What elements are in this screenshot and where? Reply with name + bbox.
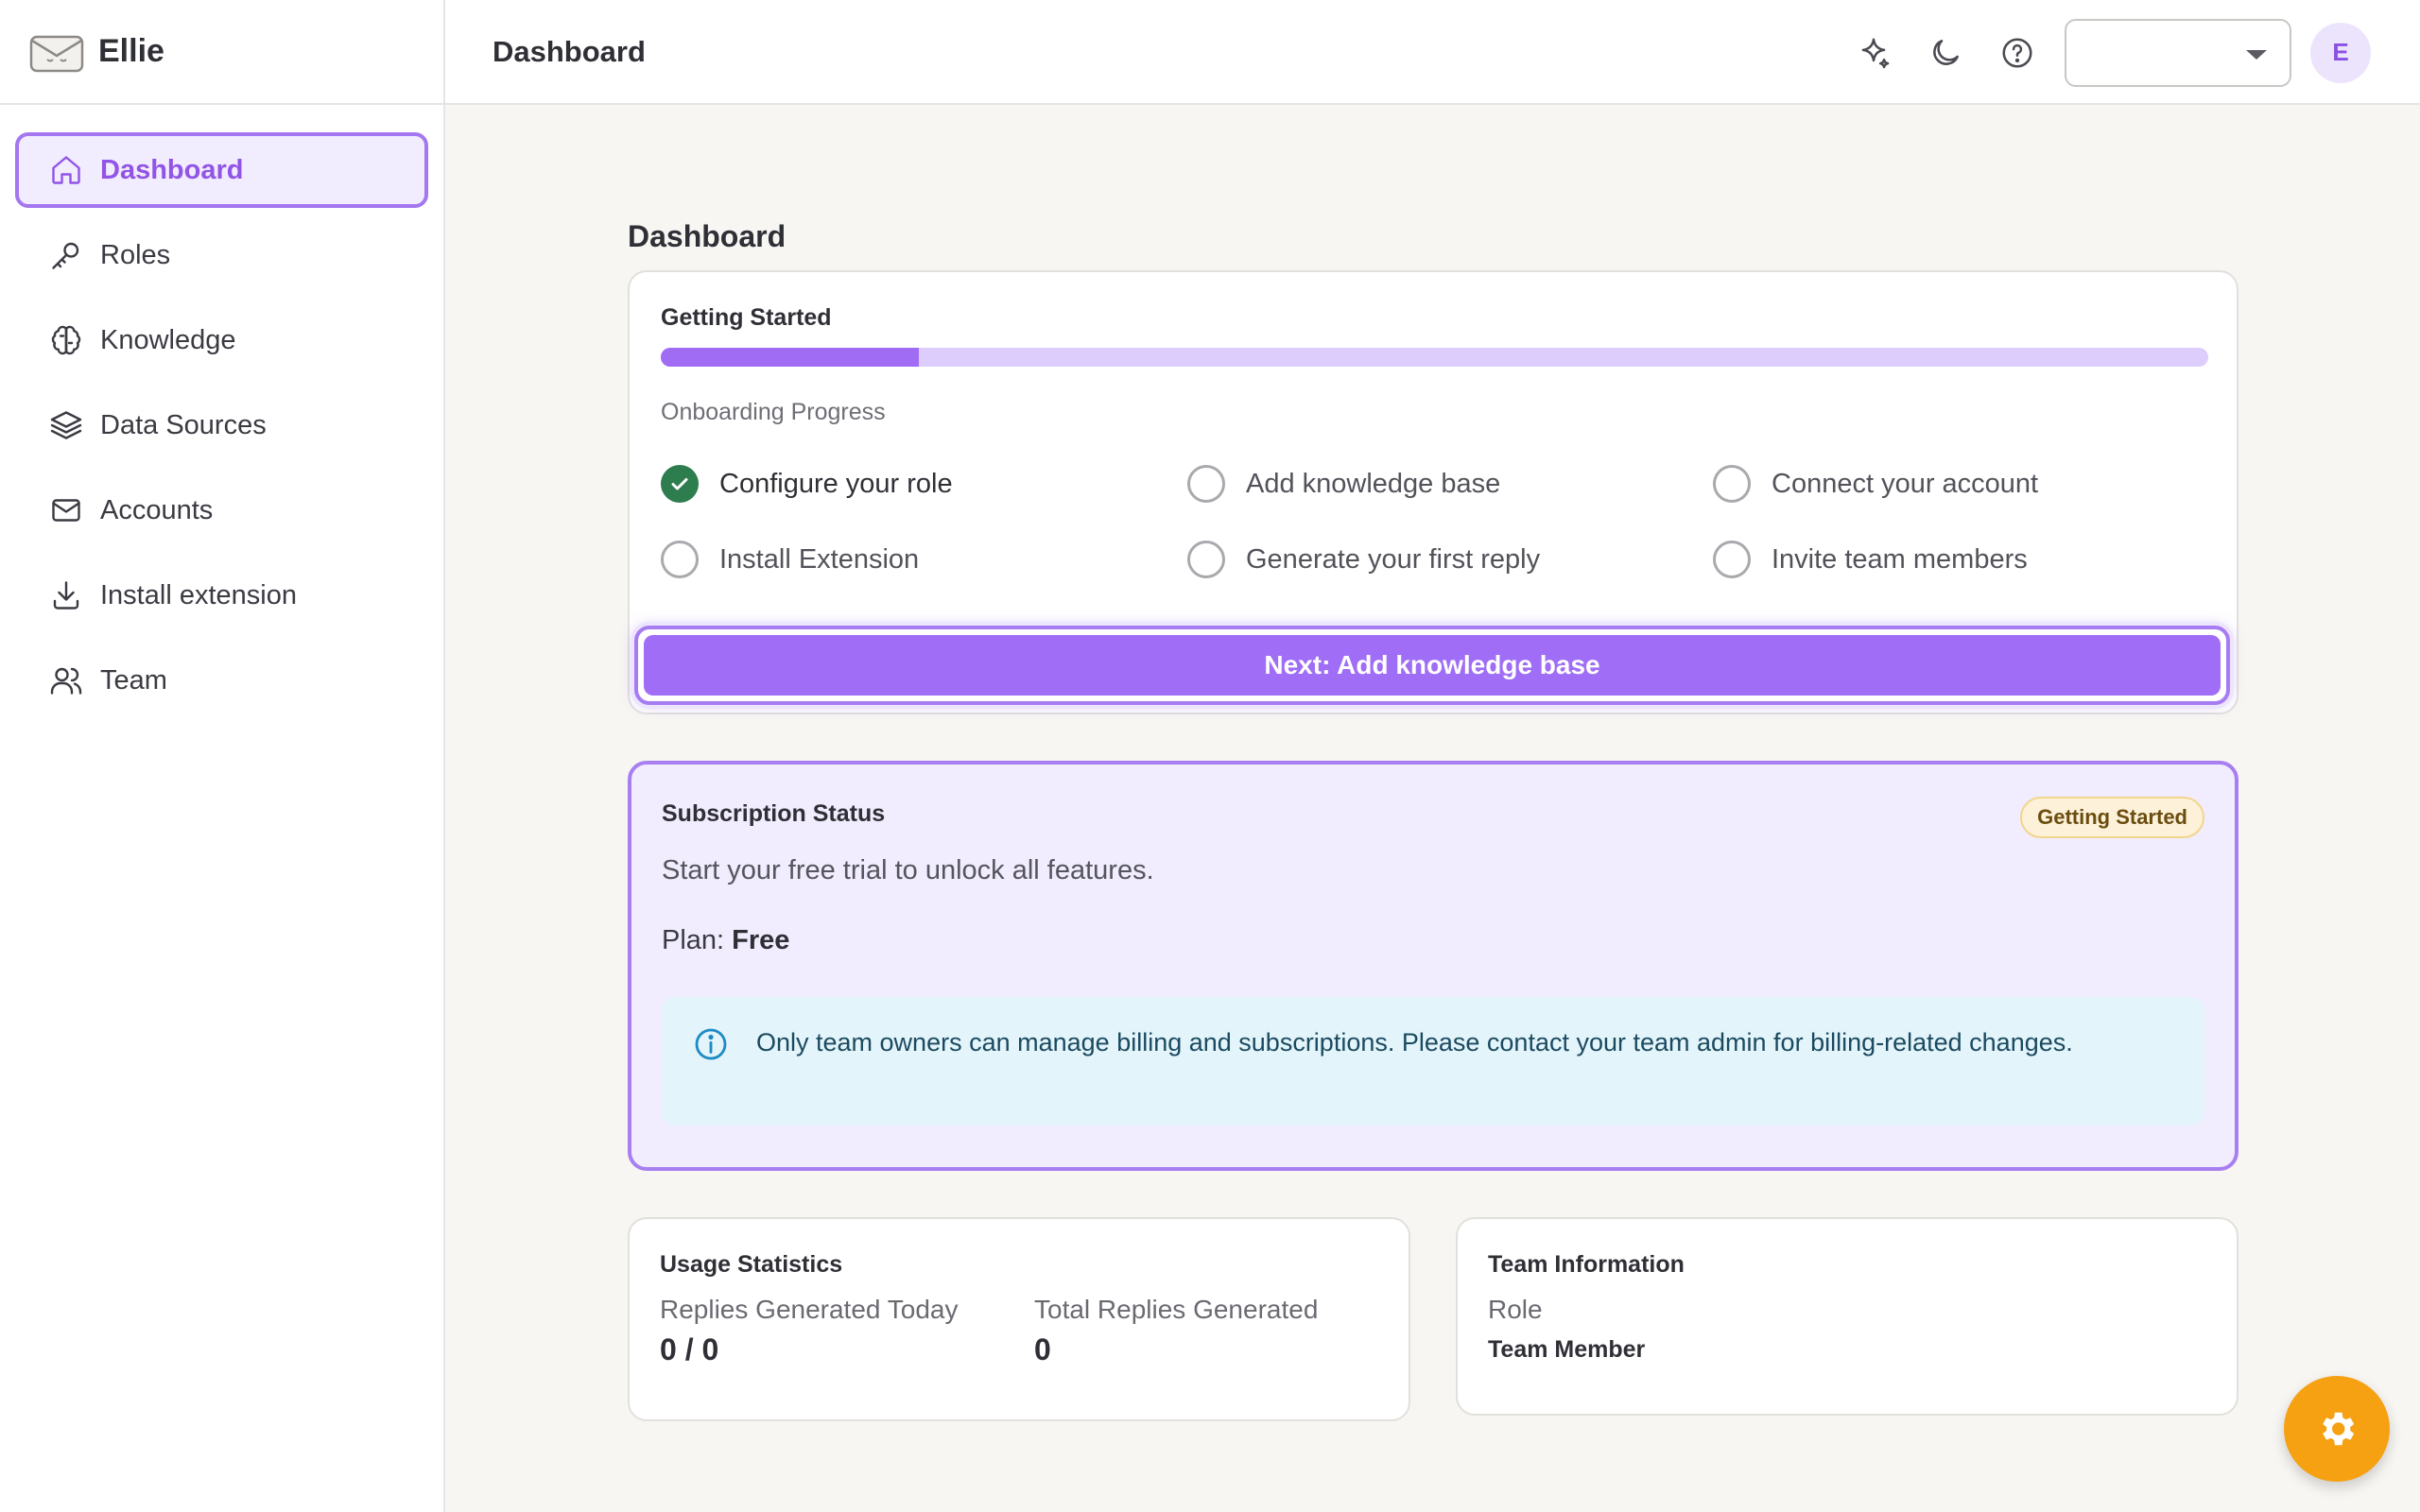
sidebar-item-label: Data Sources: [100, 409, 267, 440]
team-info-title: Team Information: [1488, 1251, 1685, 1278]
plan-label: Plan:: [662, 925, 725, 955]
settings-fab-button[interactable]: [2284, 1376, 2390, 1482]
step-label: Generate your first reply: [1246, 543, 1541, 575]
sidebar-item-roles[interactable]: Roles: [15, 217, 428, 293]
key-icon: [52, 242, 79, 269]
settings-icon: [2323, 1412, 2355, 1446]
team-information-card: Team Information Role Team Member: [1456, 1217, 2238, 1416]
subscription-title: Subscription Status: [662, 800, 886, 827]
step-label: Install Extension: [719, 543, 920, 575]
empty-circle-icon: [661, 541, 699, 578]
sidebar-item-knowledge[interactable]: Knowledge: [15, 302, 428, 378]
total-replies-value: 0: [1034, 1332, 1051, 1366]
step-label: Connect your account: [1772, 468, 2039, 499]
step-add-knowledge-base[interactable]: Add knowledge base: [1187, 465, 1500, 503]
top-header: Dashboard E: [445, 0, 2420, 105]
sidebar-item-label: Install extension: [100, 579, 297, 610]
sidebar-nav: Dashboard Roles Knowledge Data Sources A…: [0, 105, 443, 718]
users-icon: [50, 667, 82, 695]
step-install-extension[interactable]: Install Extension: [661, 541, 919, 578]
step-invite-team[interactable]: Invite team members: [1713, 541, 2028, 578]
theme-toggle-button[interactable]: [1927, 34, 1964, 72]
step-configure-role[interactable]: Configure your role: [661, 465, 953, 503]
replies-today-label: Replies Generated Today: [660, 1295, 959, 1324]
empty-circle-icon: [1713, 465, 1751, 503]
info-icon: [695, 1028, 727, 1060]
onboarding-progress-fill: [661, 348, 920, 367]
mail-icon: [52, 499, 80, 522]
step-label: Invite team members: [1772, 543, 2028, 575]
sidebar-item-label: Dashboard: [100, 154, 244, 185]
sparkles-icon: [1861, 37, 1890, 68]
app-name: Ellie: [98, 33, 164, 69]
step-label: Add knowledge base: [1246, 468, 1501, 499]
empty-circle-icon: [1187, 541, 1225, 578]
step-connect-account[interactable]: Connect your account: [1713, 465, 2038, 503]
status-badge: Getting Started: [2020, 797, 2204, 838]
home-icon: [52, 156, 80, 184]
sparkles-button[interactable]: [1855, 34, 1893, 72]
chevron-down-icon: [2246, 49, 2267, 60]
workspace-select[interactable]: [2065, 18, 2291, 87]
plan-value: Free: [732, 925, 790, 955]
header-tools: E: [1821, 0, 2371, 105]
empty-circle-icon: [1187, 465, 1225, 503]
help-button[interactable]: [1998, 34, 2036, 72]
page-title: Dashboard: [628, 219, 786, 253]
sidebar-item-install-extension[interactable]: Install extension: [15, 558, 428, 633]
header-title: Dashboard: [493, 34, 646, 68]
getting-started-card: Getting Started Onboarding Progress Conf…: [628, 270, 2238, 714]
sidebar-item-label: Knowledge: [100, 324, 236, 355]
subscription-description: Start your free trial to unlock all feat…: [662, 855, 1154, 885]
moon-icon: [1933, 39, 1959, 65]
sidebar-item-accounts[interactable]: Accounts: [15, 472, 428, 548]
envelope-logo-icon: [29, 35, 84, 72]
sidebar-item-dashboard[interactable]: Dashboard: [15, 132, 428, 208]
step-label: Configure your role: [719, 468, 953, 499]
sidebar-item-label: Roles: [100, 239, 171, 270]
getting-started-title: Getting Started: [661, 304, 832, 331]
brand[interactable]: Ellie: [0, 0, 443, 105]
help-circle-icon: [2002, 37, 2032, 68]
billing-info-alert: Only team owners can manage billing and …: [662, 997, 2204, 1125]
onboarding-progress-bar: [661, 348, 2208, 367]
sidebar-item-label: Accounts: [100, 494, 214, 525]
check-circle-icon: [661, 465, 699, 503]
usage-title: Usage Statistics: [660, 1251, 843, 1278]
next-step-button-label: Next: Add knowledge base: [644, 635, 2221, 696]
layers-icon: [50, 411, 82, 439]
sidebar-item-label: Team: [100, 664, 167, 696]
avatar[interactable]: E: [2310, 22, 2371, 83]
sidebar-item-data-sources[interactable]: Data Sources: [15, 387, 428, 463]
usage-statistics-card: Usage Statistics Replies Generated Today…: [628, 1217, 1410, 1421]
subscription-card: Subscription Status Getting Started Star…: [628, 761, 2238, 1171]
empty-circle-icon: [1713, 541, 1751, 578]
billing-info-text: Only team owners can manage billing and …: [756, 1028, 2073, 1057]
role-label: Role: [1488, 1295, 1543, 1324]
sidebar-item-team[interactable]: Team: [15, 643, 428, 718]
onboarding-progress-label: Onboarding Progress: [661, 399, 886, 425]
sidebar: Ellie Dashboard Roles Knowledge Data Sou…: [0, 0, 445, 1512]
replies-today-value: 0 / 0: [660, 1332, 719, 1366]
next-step-button[interactable]: Next: Add knowledge base: [634, 626, 2230, 705]
brain-icon: [51, 325, 81, 355]
step-generate-first-reply[interactable]: Generate your first reply: [1187, 541, 1540, 578]
plan-info: Plan: Free: [662, 925, 789, 956]
download-icon: [53, 581, 79, 610]
total-replies-label: Total Replies Generated: [1034, 1295, 1319, 1324]
role-value: Team Member: [1488, 1336, 1646, 1363]
